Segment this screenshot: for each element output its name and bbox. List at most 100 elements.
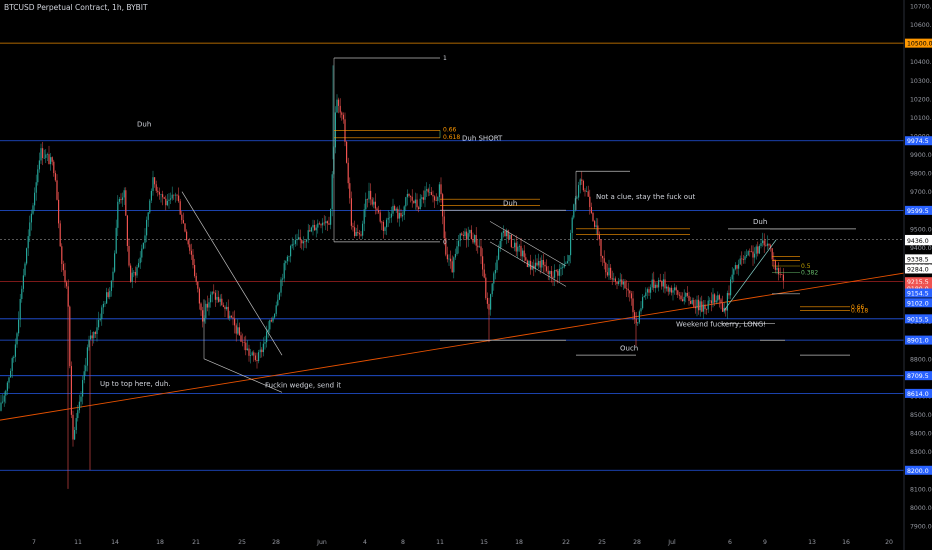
candle-body [32, 205, 34, 214]
candle-body [478, 246, 480, 248]
candle-body [498, 248, 500, 260]
candle-body [717, 295, 719, 301]
candle-body [610, 267, 612, 279]
candle-body [517, 246, 519, 252]
candle-body [59, 223, 61, 247]
candle-body [413, 200, 415, 204]
candle-body [538, 261, 540, 266]
candle-body [586, 191, 588, 192]
candle-body [189, 244, 191, 251]
candle-body [360, 234, 362, 236]
candle-body [762, 240, 764, 244]
candle-body [654, 284, 656, 289]
candle-body [46, 154, 48, 155]
candle-body [126, 215, 128, 247]
candle-body [326, 221, 328, 224]
candle-body [178, 195, 180, 202]
candle-body [115, 227, 117, 254]
candle-body [195, 275, 197, 282]
y-tick-label: 8000.0 [910, 505, 932, 512]
candle-body [328, 223, 330, 225]
candle-body [174, 194, 176, 196]
candle-body [722, 303, 724, 312]
candle-body [157, 190, 159, 193]
candle-body [766, 243, 768, 246]
candle-body [469, 229, 471, 234]
annotation-text: Duh SHORT [462, 135, 503, 143]
chart-stage[interactable]: Duh Duh SHORT Duh Not a clue, stay the fuck… [0, 0, 932, 550]
candle-body [50, 157, 52, 165]
candle-body [325, 221, 327, 224]
candle-body [198, 288, 200, 304]
candle-body [192, 254, 194, 265]
candle-body [677, 290, 679, 295]
candle-body [781, 274, 783, 275]
candle-body [464, 231, 466, 236]
candle-body [357, 232, 359, 234]
candle-body [408, 193, 410, 196]
candle-body [106, 292, 108, 304]
candle-body [578, 185, 580, 198]
candle-body [387, 217, 389, 220]
candle-body [606, 272, 608, 276]
candle-body [726, 293, 728, 311]
candle-body [782, 274, 784, 281]
candle-body [731, 274, 733, 280]
candle-body [142, 242, 144, 249]
candle-body [366, 199, 368, 200]
candle-body [594, 221, 596, 227]
candle-body [618, 281, 620, 284]
candle-body [414, 199, 416, 204]
candle-body [472, 239, 474, 243]
x-tick-label: 9 [763, 539, 767, 546]
candle-body [421, 197, 423, 199]
candle-body [430, 192, 432, 196]
candle-body [85, 365, 87, 372]
candle-body [648, 289, 650, 293]
candle-body [301, 240, 303, 244]
candle-body [662, 279, 664, 287]
candle-body [755, 246, 757, 254]
candle-body [710, 300, 712, 304]
candle-body [245, 342, 247, 351]
candle-body [395, 208, 397, 211]
candle-body [206, 303, 208, 308]
candle-body [427, 189, 429, 193]
candle-body [760, 243, 762, 246]
candle-body [346, 141, 348, 163]
candle-body [595, 225, 597, 227]
candle-body [758, 245, 760, 254]
candle-body [173, 194, 175, 196]
price-chart[interactable]: Duh Duh SHORT Duh Not a clue, stay the fuck… [0, 0, 932, 550]
fib-label: 0 [443, 239, 447, 246]
candle-body [720, 299, 722, 304]
candle-body [285, 261, 287, 264]
candle-body [352, 225, 354, 228]
candle-body [608, 267, 610, 276]
candle-body [451, 261, 453, 273]
candle-body [290, 245, 292, 257]
candle-body [514, 242, 516, 248]
candle-body [38, 160, 40, 170]
candle-body [205, 303, 207, 319]
candle-body [376, 208, 378, 210]
candle-body [362, 223, 364, 236]
candle-body [678, 294, 680, 296]
level-price-tag: 8901.0 [907, 338, 929, 345]
candle-body [48, 154, 50, 165]
candle-body [80, 396, 82, 402]
candle-body [210, 294, 212, 303]
candle-body [435, 200, 437, 202]
x-tick-label: 28 [633, 539, 641, 546]
candle-body [274, 313, 276, 318]
candle-body [448, 258, 450, 260]
candle-body [242, 341, 244, 343]
candle-body [410, 195, 412, 197]
candle-body [286, 256, 288, 262]
candle-body [117, 201, 119, 228]
candle-body [512, 246, 514, 248]
price-tag: 9436.0 [907, 238, 929, 245]
candle-body [674, 287, 676, 291]
level-price-tag: 10500.0 [907, 41, 932, 48]
channel-line [489, 241, 567, 287]
